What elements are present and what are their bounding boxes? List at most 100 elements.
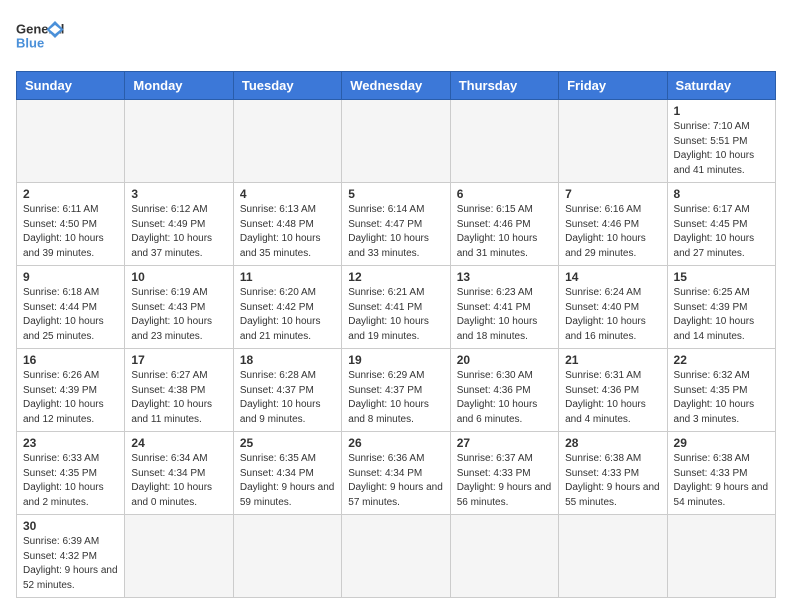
day-number: 19 [348, 353, 443, 367]
day-info: Sunrise: 6:30 AMSunset: 4:36 PMDaylight:… [457, 369, 552, 427]
header-saturday: Saturday [667, 72, 775, 100]
day-info: Sunrise: 6:33 AMSunset: 4:35 PMDaylight:… [23, 452, 118, 510]
day-number: 29 [674, 436, 769, 450]
calendar-cell: 20 Sunrise: 6:30 AMSunset: 4:36 PMDayligh… [450, 349, 558, 432]
calendar-cell [233, 100, 341, 183]
day-number: 9 [23, 270, 118, 284]
day-info: Sunrise: 6:14 AMSunset: 4:47 PMDaylight:… [348, 203, 443, 261]
day-number: 24 [131, 436, 226, 450]
header-row: SundayMondayTuesdayWednesdayThursdayFrid… [17, 72, 776, 100]
day-number: 22 [674, 353, 769, 367]
day-number: 15 [674, 270, 769, 284]
svg-text:Blue: Blue [16, 36, 44, 51]
logo-svg: General Blue [16, 16, 66, 61]
calendar-cell: 16 Sunrise: 6:26 AMSunset: 4:39 PMDayligh… [17, 349, 125, 432]
day-info: Sunrise: 6:26 AMSunset: 4:39 PMDaylight:… [23, 369, 118, 427]
calendar-cell: 30Sunrise: 6:39 AMSunset: 4:32 PMDayligh… [17, 515, 125, 598]
week-row-0: 1 Sunrise: 7:10 AMSunset: 5:51 PMDaylight… [17, 100, 776, 183]
calendar-cell: 13 Sunrise: 6:23 AMSunset: 4:41 PMDayligh… [450, 266, 558, 349]
day-info: Sunrise: 6:25 AMSunset: 4:39 PMDaylight:… [674, 286, 769, 344]
day-number: 7 [565, 187, 660, 201]
logo: General Blue [16, 16, 66, 61]
calendar-cell: 18 Sunrise: 6:28 AMSunset: 4:37 PMDayligh… [233, 349, 341, 432]
day-info: Sunrise: 6:31 AMSunset: 4:36 PMDaylight:… [565, 369, 660, 427]
day-number: 5 [348, 187, 443, 201]
day-number: 6 [457, 187, 552, 201]
calendar-cell: 14Sunrise: 6:24 AMSunset: 4:40 PMDayligh… [559, 266, 667, 349]
header-thursday: Thursday [450, 72, 558, 100]
header: General Blue [16, 16, 776, 61]
day-number: 2 [23, 187, 118, 201]
day-number: 10 [131, 270, 226, 284]
calendar-cell: 23 Sunrise: 6:33 AMSunset: 4:35 PMDayligh… [17, 432, 125, 515]
calendar-cell: 25Sunrise: 6:35 AMSunset: 4:34 PMDayligh… [233, 432, 341, 515]
day-info: Sunrise: 6:32 AMSunset: 4:35 PMDaylight:… [674, 369, 769, 427]
calendar-cell [667, 515, 775, 598]
calendar-cell: 2 Sunrise: 6:11 AMSunset: 4:50 PMDaylight… [17, 183, 125, 266]
day-number: 21 [565, 353, 660, 367]
day-info: Sunrise: 6:18 AMSunset: 4:44 PMDaylight:… [23, 286, 118, 344]
calendar-cell [342, 515, 450, 598]
day-info: Sunrise: 6:21 AMSunset: 4:41 PMDaylight:… [348, 286, 443, 344]
day-number: 1 [674, 104, 769, 118]
calendar-cell [450, 515, 558, 598]
calendar-cell: 4Sunrise: 6:13 AMSunset: 4:48 PMDaylight… [233, 183, 341, 266]
day-number: 8 [674, 187, 769, 201]
day-info: Sunrise: 6:37 AMSunset: 4:33 PMDaylight:… [457, 452, 552, 510]
calendar-table: SundayMondayTuesdayWednesdayThursdayFrid… [16, 71, 776, 598]
calendar-cell: 22 Sunrise: 6:32 AMSunset: 4:35 PMDayligh… [667, 349, 775, 432]
day-info: Sunrise: 6:29 AMSunset: 4:37 PMDaylight:… [348, 369, 443, 427]
week-row-5: 30Sunrise: 6:39 AMSunset: 4:32 PMDayligh… [17, 515, 776, 598]
header-wednesday: Wednesday [342, 72, 450, 100]
calendar-cell: 12Sunrise: 6:21 AMSunset: 4:41 PMDayligh… [342, 266, 450, 349]
calendar-cell: 21 Sunrise: 6:31 AMSunset: 4:36 PMDayligh… [559, 349, 667, 432]
day-number: 20 [457, 353, 552, 367]
day-number: 16 [23, 353, 118, 367]
calendar-cell: 7 Sunrise: 6:16 AMSunset: 4:46 PMDaylight… [559, 183, 667, 266]
day-info: Sunrise: 6:20 AMSunset: 4:42 PMDaylight:… [240, 286, 335, 344]
calendar-cell [559, 100, 667, 183]
day-info: Sunrise: 7:10 AMSunset: 5:51 PMDaylight:… [674, 120, 769, 178]
calendar-cell [559, 515, 667, 598]
day-number: 27 [457, 436, 552, 450]
calendar-cell: 8 Sunrise: 6:17 AMSunset: 4:45 PMDaylight… [667, 183, 775, 266]
day-number: 13 [457, 270, 552, 284]
calendar-cell: 29 Sunrise: 6:38 AMSunset: 4:33 PMDayligh… [667, 432, 775, 515]
calendar-cell: 6 Sunrise: 6:15 AMSunset: 4:46 PMDaylight… [450, 183, 558, 266]
calendar-cell [342, 100, 450, 183]
day-info: Sunrise: 6:34 AMSunset: 4:34 PMDaylight:… [131, 452, 226, 510]
day-number: 26 [348, 436, 443, 450]
week-row-3: 16 Sunrise: 6:26 AMSunset: 4:39 PMDayligh… [17, 349, 776, 432]
day-info: Sunrise: 6:15 AMSunset: 4:46 PMDaylight:… [457, 203, 552, 261]
day-info: Sunrise: 6:38 AMSunset: 4:33 PMDaylight:… [674, 452, 769, 510]
day-info: Sunrise: 6:12 AMSunset: 4:49 PMDaylight:… [131, 203, 226, 261]
week-row-4: 23 Sunrise: 6:33 AMSunset: 4:35 PMDayligh… [17, 432, 776, 515]
day-info: Sunrise: 6:11 AMSunset: 4:50 PMDaylight:… [23, 203, 118, 261]
calendar-cell: 15 Sunrise: 6:25 AMSunset: 4:39 PMDayligh… [667, 266, 775, 349]
calendar-cell: 27 Sunrise: 6:37 AMSunset: 4:33 PMDayligh… [450, 432, 558, 515]
day-number: 4 [240, 187, 335, 201]
calendar-cell: 17Sunrise: 6:27 AMSunset: 4:38 PMDayligh… [125, 349, 233, 432]
calendar-cell: 26 Sunrise: 6:36 AMSunset: 4:34 PMDayligh… [342, 432, 450, 515]
day-info: Sunrise: 6:23 AMSunset: 4:41 PMDaylight:… [457, 286, 552, 344]
day-info: Sunrise: 6:28 AMSunset: 4:37 PMDaylight:… [240, 369, 335, 427]
header-friday: Friday [559, 72, 667, 100]
day-number: 3 [131, 187, 226, 201]
calendar-cell: 1 Sunrise: 7:10 AMSunset: 5:51 PMDaylight… [667, 100, 775, 183]
day-number: 11 [240, 270, 335, 284]
day-info: Sunrise: 6:36 AMSunset: 4:34 PMDaylight:… [348, 452, 443, 510]
header-monday: Monday [125, 72, 233, 100]
day-number: 30 [23, 519, 118, 533]
day-info: Sunrise: 6:17 AMSunset: 4:45 PMDaylight:… [674, 203, 769, 261]
day-number: 23 [23, 436, 118, 450]
day-number: 18 [240, 353, 335, 367]
calendar-cell [450, 100, 558, 183]
day-info: Sunrise: 6:38 AMSunset: 4:33 PMDaylight:… [565, 452, 660, 510]
day-info: Sunrise: 6:19 AMSunset: 4:43 PMDaylight:… [131, 286, 226, 344]
calendar-cell: 10 Sunrise: 6:19 AMSunset: 4:43 PMDayligh… [125, 266, 233, 349]
calendar-cell [233, 515, 341, 598]
day-info: Sunrise: 6:24 AMSunset: 4:40 PMDaylight:… [565, 286, 660, 344]
week-row-1: 2 Sunrise: 6:11 AMSunset: 4:50 PMDaylight… [17, 183, 776, 266]
header-tuesday: Tuesday [233, 72, 341, 100]
day-info: Sunrise: 6:16 AMSunset: 4:46 PMDaylight:… [565, 203, 660, 261]
